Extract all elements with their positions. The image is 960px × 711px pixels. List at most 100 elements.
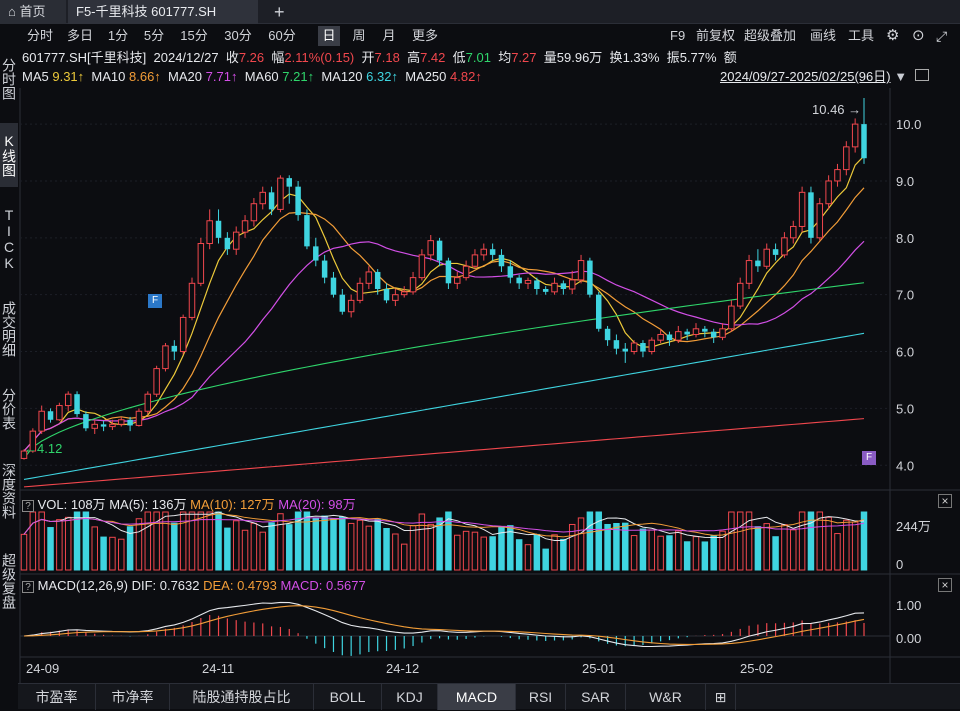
candle-body-up	[64, 393, 72, 407]
candle-body-up	[427, 240, 434, 256]
volume-bar	[533, 533, 541, 571]
volume-bar	[356, 519, 364, 571]
candle-body-up	[692, 328, 700, 335]
candle-body-up	[471, 254, 479, 267]
question-icon[interactable]: ?	[22, 500, 34, 512]
volume-bar	[250, 522, 258, 571]
volume-bar	[639, 528, 647, 571]
candle-body-down	[339, 294, 346, 312]
candle-body-up	[56, 405, 63, 421]
candle-body-up	[241, 220, 249, 233]
candle-body-up	[763, 248, 770, 267]
volume-bar	[489, 536, 496, 571]
candle-body-up	[91, 423, 98, 429]
volume-bar	[834, 533, 841, 571]
candle-body-down	[604, 328, 611, 341]
candle-body-up	[719, 328, 726, 338]
candle-body-down	[542, 289, 549, 292]
volume-bar	[64, 516, 72, 571]
candle-body-up	[851, 123, 859, 148]
date-label-jan: 25-01	[582, 661, 616, 676]
volume-bar	[286, 524, 293, 571]
volume-bar	[736, 511, 744, 571]
candle-body-up	[728, 305, 735, 330]
candle-body-up	[188, 282, 196, 318]
candle-body-up	[109, 423, 116, 428]
candle-body-up	[232, 231, 240, 250]
volume-bar	[798, 511, 806, 571]
volume-bar	[763, 523, 770, 571]
volume-bar	[232, 520, 240, 571]
dea-line	[23, 605, 865, 646]
tab-kdj[interactable]: KDJ	[382, 684, 438, 710]
add-indicator-icon[interactable]: ⊞	[706, 684, 736, 710]
max-price-value: 10.46	[812, 102, 845, 117]
tab-macd[interactable]: MACD	[438, 684, 516, 710]
candle-body-up	[347, 299, 355, 313]
candle-body-down	[808, 192, 814, 238]
candle-body-down	[215, 220, 222, 238]
tab-pb[interactable]: 市净率	[96, 684, 170, 710]
candle-body-down	[640, 343, 646, 352]
tab-rsi[interactable]: RSI	[516, 684, 566, 710]
f-marker-purple[interactable]: F	[862, 451, 876, 465]
candlesticks	[20, 97, 867, 460]
candle-body-down	[74, 394, 80, 415]
candle-body-down	[445, 260, 452, 284]
tab-northbound[interactable]: 陆股通持股占比	[170, 684, 314, 710]
candle-body-up	[418, 254, 426, 279]
volume-bar	[683, 541, 691, 571]
candle-body-down	[47, 411, 54, 420]
tab-pe[interactable]: 市盈率	[18, 684, 96, 710]
volume-bar	[118, 538, 125, 571]
date-label-dec: 24-12	[386, 661, 420, 676]
axis-labels: 10.0 9.0 8.0 7.0 6.0 5.0 4.0	[896, 117, 921, 473]
f-marker-blue[interactable]: F	[148, 294, 162, 308]
volume-bar	[409, 525, 417, 571]
volume-bar	[790, 529, 797, 571]
volume-bar	[171, 522, 178, 571]
candle-body-up	[736, 282, 744, 307]
volume-bar	[613, 523, 620, 571]
candle-body-up	[162, 345, 169, 370]
vol-header: ? VOL: 108万 MA(5): 136万 MA(10): 127万 MA(…	[22, 494, 356, 513]
volume-bar	[100, 536, 107, 571]
candle-body-down	[100, 424, 107, 427]
tab-wr[interactable]: W&R	[626, 684, 706, 710]
volume-bar	[666, 535, 673, 571]
candle-body-up	[675, 331, 682, 341]
volume-bar	[710, 535, 717, 571]
tab-sar[interactable]: SAR	[566, 684, 626, 710]
volume-bar	[82, 511, 90, 571]
candle-body-down	[613, 340, 620, 349]
candle-body-down	[489, 249, 496, 255]
candle-body-up	[259, 191, 266, 205]
question-icon[interactable]: ?	[22, 581, 34, 593]
volume-bar	[374, 519, 381, 571]
arrow-left-icon: ←	[24, 441, 37, 456]
volume-bar	[109, 536, 116, 571]
candle-body-up	[400, 291, 408, 296]
candle-body-down	[436, 240, 443, 261]
volume-bar	[241, 529, 249, 571]
volume-bar	[330, 518, 337, 571]
candle-body-up	[630, 342, 638, 353]
volume-bar	[135, 518, 143, 571]
close-icon[interactable]: ×	[938, 494, 952, 508]
volume-bar	[772, 536, 779, 571]
volume-bar	[339, 516, 346, 571]
macd-value: MACD: 0.5677	[280, 578, 366, 593]
candle-body-down	[498, 254, 505, 267]
volume-bar	[542, 548, 549, 571]
volume-bar	[365, 525, 373, 571]
close-icon[interactable]: ×	[938, 578, 952, 592]
candle-body-up	[551, 282, 558, 293]
candle-body-down	[861, 124, 867, 159]
vol-title: VOL: 108万	[37, 497, 106, 512]
candle-body-up	[454, 277, 461, 284]
tab-boll[interactable]: BOLL	[314, 684, 382, 710]
candle-body-up	[834, 169, 841, 182]
volume-bar	[312, 517, 320, 571]
candle-body-down	[374, 271, 381, 289]
candle-body-up	[816, 203, 824, 239]
